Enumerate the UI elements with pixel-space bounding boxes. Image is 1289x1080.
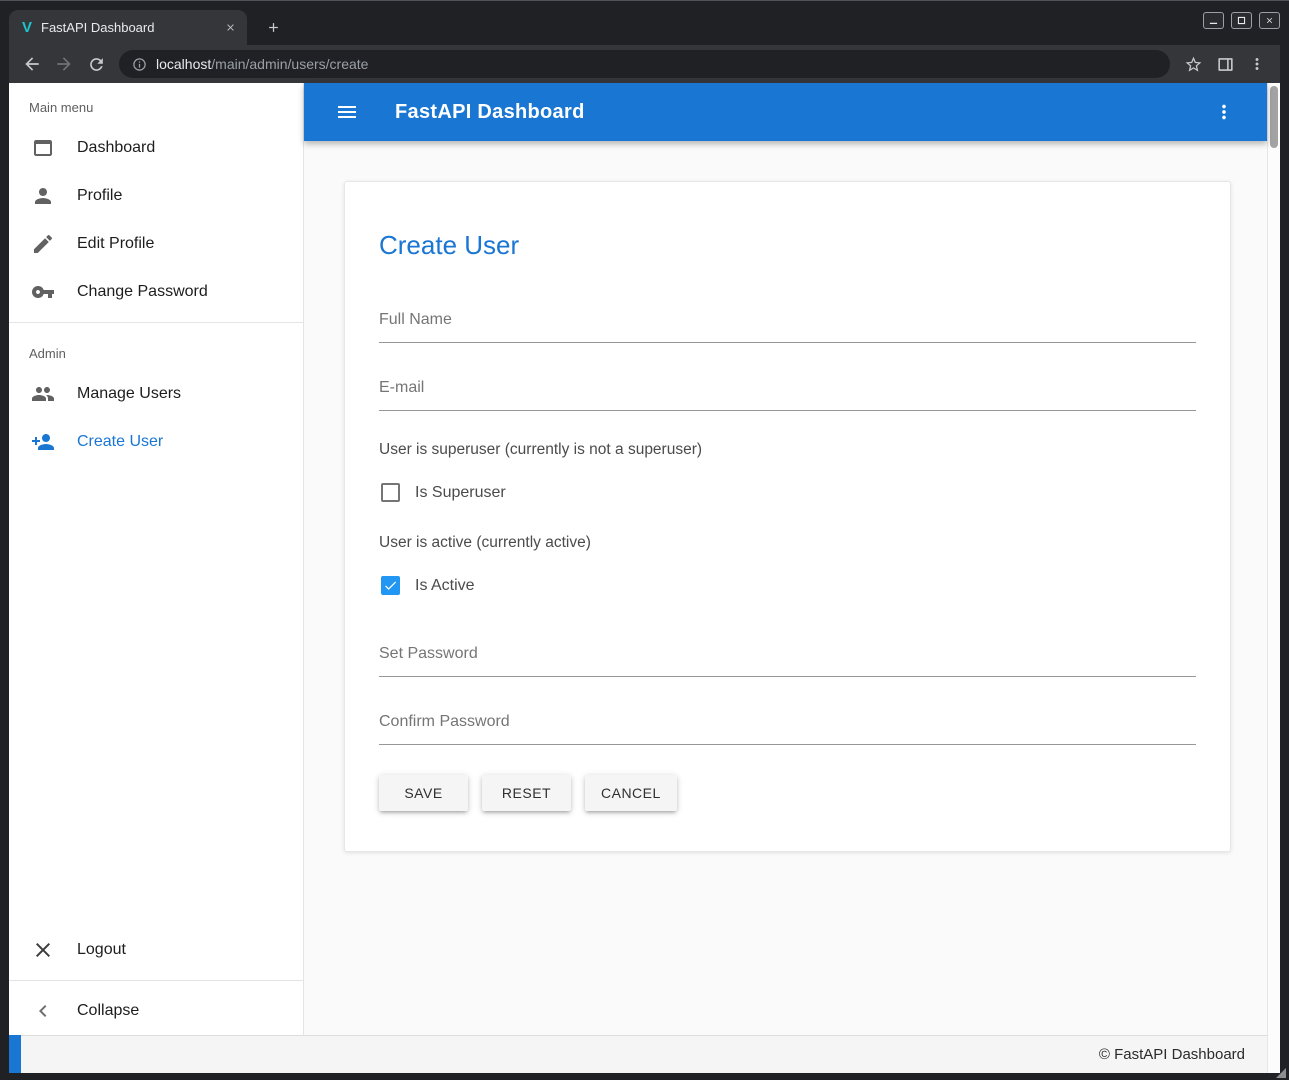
main-area: FastAPI Dashboard Create User xyxy=(304,83,1267,1035)
sidebar-item-label: Logout xyxy=(77,941,126,959)
browser-tab[interactable]: V FastAPI Dashboard xyxy=(9,10,247,45)
browser-menu-icon[interactable] xyxy=(1242,49,1272,79)
back-icon[interactable] xyxy=(17,49,47,79)
is-active-label: Is Active xyxy=(415,577,475,595)
app-footer: © FastAPI Dashboard xyxy=(9,1035,1267,1073)
is-active-checkbox[interactable] xyxy=(381,576,400,595)
reset-button[interactable]: RESET xyxy=(482,775,571,811)
full-name-input[interactable] xyxy=(379,305,1196,343)
sidebar-item-change-password[interactable]: Change Password xyxy=(9,268,303,316)
sidebar-section-main-menu: Main menu xyxy=(9,83,303,124)
is-superuser-checkbox[interactable] xyxy=(381,483,400,502)
app-bar: FastAPI Dashboard xyxy=(304,83,1267,141)
minimize-button[interactable] xyxy=(1203,12,1224,29)
page: Main menu Dashboard Profile xyxy=(9,83,1280,1073)
side-panel-icon[interactable] xyxy=(1210,49,1240,79)
sidebar-item-create-user[interactable]: Create User xyxy=(9,418,303,466)
is-active-checkbox-row[interactable]: Is Active xyxy=(379,576,1196,595)
form-actions: SAVE RESET CANCEL xyxy=(379,775,1196,811)
close-icon xyxy=(31,938,55,962)
app-title: FastAPI Dashboard xyxy=(395,101,585,124)
url-text[interactable]: localhost/main/admin/users/create xyxy=(156,56,368,72)
key-icon xyxy=(31,280,55,304)
is-superuser-checkbox-row[interactable]: Is Superuser xyxy=(379,483,1196,502)
browser-titlebar: V FastAPI Dashboard xyxy=(9,1,1280,45)
sidebar: Main menu Dashboard Profile xyxy=(9,83,304,1035)
sidebar-item-manage-users[interactable]: Manage Users xyxy=(9,370,303,418)
dashboard-icon xyxy=(31,136,55,160)
sidebar-item-label: Change Password xyxy=(77,283,208,301)
chevron-left-icon xyxy=(31,999,55,1023)
sidebar-item-profile[interactable]: Profile xyxy=(9,172,303,220)
page-title: Create User xyxy=(379,230,1196,261)
sidebar-item-label: Manage Users xyxy=(77,385,181,403)
tab-title: FastAPI Dashboard xyxy=(41,20,212,35)
active-note: User is active (currently active) xyxy=(379,534,1196,552)
browser-window: V FastAPI Dashboard xyxy=(0,0,1289,1080)
set-password-field-wrap xyxy=(379,639,1196,677)
sidebar-item-collapse[interactable]: Collapse xyxy=(9,987,303,1035)
sidebar-item-label: Profile xyxy=(77,187,122,205)
sidebar-item-logout[interactable]: Logout xyxy=(9,926,303,974)
pencil-icon xyxy=(31,232,55,256)
bookmark-star-icon[interactable] xyxy=(1178,49,1208,79)
confirm-password-field-wrap xyxy=(379,707,1196,745)
sidebar-divider xyxy=(9,980,303,981)
footer-inner: © FastAPI Dashboard xyxy=(21,1035,1267,1073)
close-window-button[interactable] xyxy=(1259,12,1280,29)
sidebar-spacer xyxy=(9,466,303,926)
sidebar-item-edit-profile[interactable]: Edit Profile xyxy=(9,220,303,268)
sidebar-item-label: Dashboard xyxy=(77,139,155,157)
window-controls xyxy=(1203,12,1280,29)
copyright-text: © FastAPI Dashboard xyxy=(1099,1046,1245,1063)
person-icon xyxy=(31,184,55,208)
browser-toolbar: localhost/main/admin/users/create xyxy=(9,45,1280,83)
create-user-card: Create User User is superuser (currently… xyxy=(344,181,1231,852)
reload-icon[interactable] xyxy=(81,49,111,79)
scrollbar-thumb[interactable] xyxy=(1270,86,1278,148)
is-superuser-label: Is Superuser xyxy=(415,484,506,502)
sidebar-item-label: Collapse xyxy=(77,1002,139,1020)
vuetify-logo-icon: V xyxy=(22,19,32,36)
url-path: /main/admin/users/create xyxy=(211,56,368,72)
superuser-note: User is superuser (currently is not a su… xyxy=(379,441,1196,459)
sidebar-item-label: Edit Profile xyxy=(77,235,154,253)
person-add-icon xyxy=(31,430,55,454)
tab-close-icon[interactable] xyxy=(221,19,239,37)
page-body: Main menu Dashboard Profile xyxy=(9,83,1267,1035)
sidebar-divider xyxy=(9,322,303,323)
email-field-wrap xyxy=(379,373,1196,411)
cancel-button[interactable]: CANCEL xyxy=(585,775,677,811)
save-button[interactable]: SAVE xyxy=(379,775,468,811)
full-name-field-wrap xyxy=(379,305,1196,343)
page-scrollbar[interactable] xyxy=(1267,83,1280,1073)
address-bar[interactable]: localhost/main/admin/users/create xyxy=(119,50,1170,78)
site-info-icon[interactable] xyxy=(132,57,147,72)
new-tab-button[interactable] xyxy=(259,13,287,41)
content-area: Create User User is superuser (currently… xyxy=(304,141,1267,1035)
people-icon xyxy=(31,382,55,406)
appbar-overflow-menu-icon[interactable] xyxy=(1206,94,1242,130)
sidebar-section-admin: Admin xyxy=(9,329,303,370)
set-password-input[interactable] xyxy=(379,639,1196,677)
confirm-password-input[interactable] xyxy=(379,707,1196,745)
url-host: localhost xyxy=(156,56,211,72)
sidebar-item-label: Create User xyxy=(77,433,163,451)
forward-icon[interactable] xyxy=(49,49,79,79)
sidebar-item-dashboard[interactable]: Dashboard xyxy=(9,124,303,172)
maximize-button[interactable] xyxy=(1231,12,1252,29)
resize-grip[interactable] xyxy=(1276,1068,1286,1078)
email-input[interactable] xyxy=(379,373,1196,411)
hamburger-menu-icon[interactable] xyxy=(329,94,365,130)
